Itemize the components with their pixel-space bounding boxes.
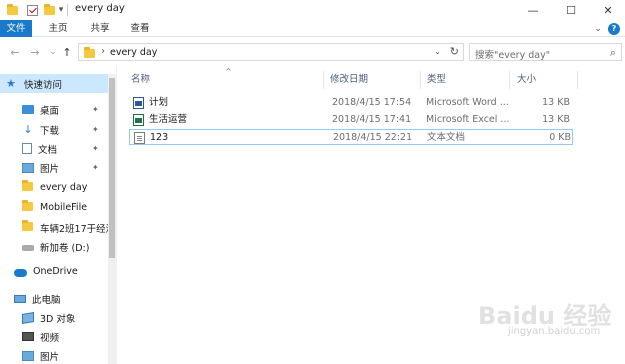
address-row: ← → ⌄ ↑ › every day ⌄ ↻ 搜索"every day" ⌕ <box>0 39 625 65</box>
close-button[interactable]: ✕ <box>590 0 625 20</box>
search-placeholder: 搜索"every day" <box>475 50 551 61</box>
nav-item-quick-access[interactable]: ★ 快速访问 <box>0 74 108 93</box>
nav-item-downloads[interactable]: ↓ 下载 ✦ <box>0 120 108 139</box>
file-type: Microsoft Word ... <box>426 97 509 108</box>
word-document-icon <box>133 97 144 109</box>
file-size: 13 KB <box>542 114 570 125</box>
file-modified: 2018/4/15 17:41 <box>332 114 412 125</box>
file-size: 13 KB <box>542 97 570 108</box>
column-header-type[interactable]: 类型 <box>427 71 446 89</box>
recent-locations-icon[interactable]: ⌄ <box>46 45 60 59</box>
titlebar-divider <box>67 4 68 16</box>
folder-icon <box>84 47 95 58</box>
file-name: 123 <box>150 132 169 143</box>
videos-folder-icon <box>22 332 34 341</box>
new-folder-icon[interactable] <box>42 3 56 17</box>
text-document-icon <box>134 132 145 144</box>
back-arrow-icon[interactable]: ← <box>8 45 22 59</box>
nav-item-pictures-pc[interactable]: 图片 <box>0 346 108 364</box>
drive-icon <box>22 245 34 251</box>
nav-item-desktop[interactable]: 桌面 ✦ <box>0 100 108 119</box>
file-modified: 2018/4/15 17:54 <box>332 97 412 108</box>
help-icon[interactable]: ? <box>607 22 621 35</box>
column-header-size[interactable]: 大小 <box>517 71 536 89</box>
address-bar[interactable]: › every day ⌄ ↻ <box>78 43 464 61</box>
window-title: every day <box>75 3 125 14</box>
documents-folder-icon <box>22 143 32 154</box>
file-row-jihua[interactable]: 计划 2018/4/15 17:54 Microsoft Word ... 13… <box>129 95 573 111</box>
breadcrumb-chevron-icon[interactable]: › <box>101 46 105 57</box>
tab-view[interactable]: 查看 <box>124 20 156 37</box>
onedrive-cloud-icon <box>14 268 27 277</box>
nav-item-every-day[interactable]: every day <box>0 178 108 197</box>
search-icon[interactable]: ⌕ <box>610 46 616 60</box>
3d-objects-icon <box>22 311 34 324</box>
folder-icon[interactable] <box>4 3 20 17</box>
baidu-watermark-url: jingyan.baidu.com <box>508 326 601 337</box>
download-folder-icon: ↓ <box>23 123 33 136</box>
address-dropdown-icon[interactable]: ⌄ <box>434 47 441 56</box>
search-input[interactable]: 搜索"every day" ⌕ <box>469 43 622 61</box>
nav-item-documents[interactable]: 文档 ✦ <box>0 139 108 158</box>
tab-file[interactable]: 文件 <box>0 20 32 37</box>
file-name: 生活运营 <box>149 114 188 125</box>
properties-check-icon[interactable] <box>24 3 40 17</box>
nav-item-onedrive[interactable]: OneDrive <box>0 262 108 281</box>
pin-icon[interactable]: ✦ <box>92 163 99 172</box>
up-arrow-icon[interactable]: ↑ <box>60 45 74 59</box>
ribbon-tabs: 文件 主页 共享 查看 ⌄ ? <box>0 20 625 37</box>
nav-scrollbar[interactable] <box>108 74 116 364</box>
nav-item-3d-objects[interactable]: 3D 对象 <box>0 308 108 327</box>
refresh-icon[interactable]: ↻ <box>450 45 459 58</box>
folder-icon <box>22 200 34 213</box>
column-header-modified[interactable]: 修改日期 <box>330 71 368 89</box>
column-divider[interactable] <box>420 71 421 89</box>
star-icon: ★ <box>6 77 16 90</box>
sort-ascending-icon[interactable]: ^ <box>225 67 232 76</box>
breadcrumb-path[interactable]: every day <box>110 47 157 58</box>
nav-item-this-pc[interactable]: 此电脑 <box>0 289 108 308</box>
nav-item-drive-d[interactable]: 新加卷 (D:) <box>0 237 108 256</box>
column-header-name[interactable]: 名称 <box>131 71 150 89</box>
nav-item-mobilefile[interactable]: MobileFile <box>0 198 108 217</box>
pin-icon[interactable]: ✦ <box>92 105 99 114</box>
file-size: 0 KB <box>549 132 571 143</box>
forward-arrow-icon[interactable]: → <box>28 45 42 59</box>
pictures-folder-icon <box>22 162 34 173</box>
file-type: Microsoft Excel ... <box>426 114 510 125</box>
excel-spreadsheet-icon <box>133 114 144 126</box>
file-row-shenghuo[interactable]: 生活运营 2018/4/15 17:41 Microsoft Excel ...… <box>129 112 573 128</box>
file-type: 文本文档 <box>427 132 466 143</box>
ribbon-expand-icon[interactable]: ⌄ <box>591 22 605 35</box>
file-name: 计划 <box>149 97 169 108</box>
this-pc-icon <box>14 294 26 303</box>
pin-icon[interactable]: ✦ <box>92 144 99 153</box>
column-divider[interactable] <box>577 71 578 89</box>
nav-item-pictures[interactable]: 图片 ✦ <box>0 158 108 177</box>
column-divider[interactable] <box>509 71 510 89</box>
tab-home[interactable]: 主页 <box>42 20 74 37</box>
minimize-button[interactable]: — <box>515 0 551 20</box>
column-divider[interactable] <box>323 71 324 89</box>
file-modified: 2018/4/15 22:21 <box>333 132 413 143</box>
desktop-folder-icon <box>22 105 34 114</box>
folder-icon <box>22 180 34 193</box>
folder-icon <box>22 220 34 233</box>
nav-item-class-folder[interactable]: 车辆2班17于经济 <box>0 218 108 237</box>
tab-share[interactable]: 共享 <box>84 20 116 37</box>
pictures-folder-icon <box>22 350 34 361</box>
title-bar: ▾ every day — ☐ ✕ <box>0 0 625 20</box>
navigation-pane: ★ 快速访问 桌面 ✦ ↓ 下载 ✦ 文档 ✦ 图片 ✦ every day M… <box>0 74 116 364</box>
file-row-123[interactable]: 123 2018/4/15 22:21 文本文档 0 KB <box>129 129 573 145</box>
maximize-button[interactable]: ☐ <box>553 0 589 20</box>
pin-icon[interactable]: ✦ <box>92 125 99 134</box>
nav-item-videos[interactable]: 视频 <box>0 327 108 346</box>
customize-dropdown-icon[interactable]: ▾ <box>56 3 66 17</box>
nav-scrollbar-thumb[interactable] <box>109 78 115 258</box>
